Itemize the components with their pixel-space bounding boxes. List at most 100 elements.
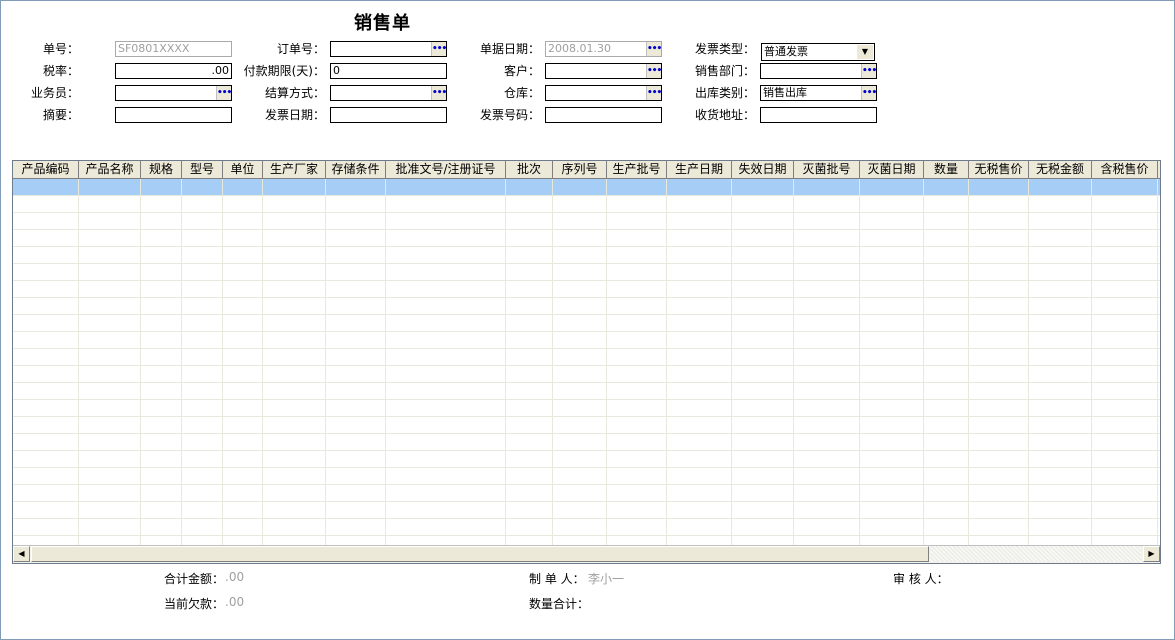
table-row[interactable] xyxy=(13,332,1160,349)
salesman-label: 业务员： xyxy=(30,86,79,100)
outbound-type-label: 出库类别： xyxy=(694,86,755,100)
table-row[interactable] xyxy=(13,281,1160,298)
table-row[interactable] xyxy=(13,264,1160,281)
ship-address-label: 收货地址： xyxy=(694,108,755,122)
column-header[interactable]: 存储条件 xyxy=(326,161,386,178)
table-row[interactable] xyxy=(13,315,1160,332)
invoice-date-field[interactable] xyxy=(330,107,447,123)
column-header[interactable]: 生产厂家 xyxy=(263,161,326,178)
table-row[interactable] xyxy=(13,536,1160,545)
table-row[interactable] xyxy=(13,213,1160,230)
column-header[interactable]: 产品名称 xyxy=(79,161,141,178)
arrow-right-icon[interactable]: ▶ xyxy=(1143,546,1160,562)
sales-dept-field[interactable]: ••• xyxy=(760,63,877,79)
column-header[interactable]: 生产批号 xyxy=(607,161,667,178)
sales-dept-label: 销售部门： xyxy=(694,64,755,78)
current-debt-label: 当前欠款： xyxy=(164,597,225,611)
column-header[interactable]: 产品编码 xyxy=(13,161,79,178)
invoice-type-select[interactable]: 普通发票 ▼ xyxy=(761,43,875,61)
lookup-icon[interactable]: ••• xyxy=(861,64,876,78)
column-header[interactable]: 数量 xyxy=(924,161,969,178)
column-header[interactable]: 批次 xyxy=(506,161,553,178)
payment-term-field[interactable]: 0 xyxy=(330,63,447,79)
column-header[interactable]: 序列号 xyxy=(553,161,607,178)
grid-column-divider xyxy=(859,179,860,545)
table-row[interactable] xyxy=(13,485,1160,502)
settlement-label: 结算方式： xyxy=(264,86,325,100)
table-row[interactable] xyxy=(13,179,1160,196)
grid-column-divider xyxy=(1157,179,1158,545)
settlement-field[interactable]: ••• xyxy=(330,85,447,101)
table-row[interactable] xyxy=(13,230,1160,247)
warehouse-field[interactable]: ••• xyxy=(545,85,662,101)
page-title: 销售单 xyxy=(354,13,411,34)
table-row[interactable] xyxy=(13,451,1160,468)
column-header[interactable]: 生产日期 xyxy=(667,161,732,178)
table-row[interactable] xyxy=(13,298,1160,315)
lookup-icon[interactable]: ••• xyxy=(646,42,661,56)
po-no-field[interactable]: ••• xyxy=(330,41,447,57)
outbound-type-field[interactable]: 销售出库 ••• xyxy=(760,85,877,101)
column-header[interactable]: 灭菌批号 xyxy=(794,161,860,178)
salesman-field[interactable]: ••• xyxy=(115,85,232,101)
summary-field[interactable] xyxy=(115,107,232,123)
payment-term-label: 付款期限(天)： xyxy=(243,64,325,78)
lookup-icon[interactable]: ••• xyxy=(646,64,661,78)
column-header[interactable]: 规格 xyxy=(141,161,182,178)
column-header[interactable]: 无税金额 xyxy=(1029,161,1092,178)
grid-column-divider xyxy=(505,179,506,545)
scrollbar-thumb[interactable] xyxy=(31,546,929,562)
grid-column-divider xyxy=(968,179,969,545)
maker-value: 李小一 xyxy=(588,572,625,586)
lookup-icon[interactable]: ••• xyxy=(431,86,446,100)
customer-field[interactable]: ••• xyxy=(545,63,662,79)
grid-column-divider xyxy=(181,179,182,545)
ship-address-field[interactable] xyxy=(760,107,877,123)
doc-date-label: 单据日期： xyxy=(479,42,540,56)
summary-label: 摘要： xyxy=(42,108,79,122)
scrollbar-track[interactable] xyxy=(930,546,1141,562)
auditor-label: 审 核 人： xyxy=(893,572,949,586)
tax-rate-field[interactable]: .00 xyxy=(115,63,232,79)
column-header[interactable]: 批准文号/注册证号 xyxy=(386,161,506,178)
sales-order-window: 销售单 单号： SF0801XXXX 订单号： ••• 单据日期： 2008.0… xyxy=(0,0,1175,640)
grid-column-divider xyxy=(666,179,667,545)
lookup-icon[interactable]: ••• xyxy=(216,86,231,100)
horizontal-scrollbar[interactable]: ◀ ▶ xyxy=(13,545,1160,563)
grid-column-divider xyxy=(606,179,607,545)
table-row[interactable] xyxy=(13,196,1160,213)
lookup-icon[interactable]: ••• xyxy=(646,86,661,100)
column-header[interactable]: 无税售价 xyxy=(969,161,1029,178)
table-row[interactable] xyxy=(13,417,1160,434)
lookup-icon[interactable]: ••• xyxy=(861,86,876,100)
line-items-grid[interactable]: 产品编码 产品名称 规格 型号 单位 生产厂家 存储条件 批准文号/注册证号 批次 序列号 生产批号… xyxy=(12,160,1161,564)
table-row[interactable] xyxy=(13,519,1160,536)
lookup-icon[interactable]: ••• xyxy=(431,42,446,56)
invoice-no-field[interactable] xyxy=(545,107,662,123)
customer-label: 客户： xyxy=(503,64,540,78)
doc-date-field[interactable]: 2008.01.30 ••• xyxy=(545,41,662,57)
table-row[interactable] xyxy=(13,468,1160,485)
column-header[interactable]: 单位 xyxy=(223,161,263,178)
table-row[interactable] xyxy=(13,247,1160,264)
tax-rate-label: 税率： xyxy=(42,64,79,78)
table-row[interactable] xyxy=(13,400,1160,417)
table-row[interactable] xyxy=(13,349,1160,366)
qty-total-label: 数量合计： xyxy=(529,597,590,611)
column-header[interactable]: 含税售价 xyxy=(1092,161,1158,178)
grid-column-divider xyxy=(1091,179,1092,545)
column-header[interactable]: 型号 xyxy=(182,161,223,178)
chevron-down-icon[interactable]: ▼ xyxy=(857,45,873,59)
grid-column-divider xyxy=(262,179,263,545)
table-row[interactable] xyxy=(13,366,1160,383)
table-row[interactable] xyxy=(13,434,1160,451)
column-header[interactable]: 灭菌日期 xyxy=(860,161,924,178)
table-row[interactable] xyxy=(13,502,1160,519)
order-no-field[interactable]: SF0801XXXX xyxy=(115,41,232,57)
arrow-left-icon[interactable]: ◀ xyxy=(13,546,30,562)
grid-header: 产品编码 产品名称 规格 型号 单位 生产厂家 存储条件 批准文号/注册证号 批次 序列号 生产批号… xyxy=(13,161,1160,179)
column-header[interactable]: 失效日期 xyxy=(732,161,794,178)
grid-body[interactable] xyxy=(13,179,1160,545)
table-row[interactable] xyxy=(13,383,1160,400)
po-no-label: 订单号： xyxy=(276,42,325,56)
